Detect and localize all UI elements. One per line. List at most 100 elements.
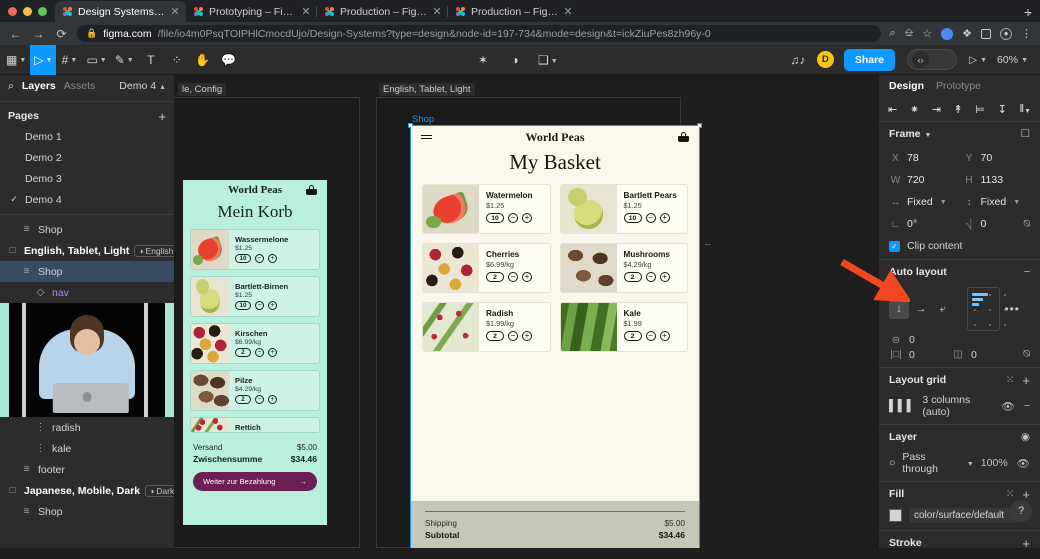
page-item-demo-2[interactable]: ✓Demo 2	[0, 147, 174, 168]
clip-content-row[interactable]: ✓ Clip content	[879, 238, 1040, 259]
decrement-button[interactable]: −	[255, 301, 264, 310]
install-icon[interactable]: ⎒	[905, 27, 914, 40]
add-fill-button[interactable]: +	[1022, 487, 1030, 502]
distribute-icon[interactable]: ‖▼	[1019, 103, 1030, 115]
close-tab-button[interactable]: ✕	[563, 6, 573, 17]
opacity-value[interactable]: 100%	[981, 457, 1008, 469]
tab-design[interactable]: Design	[889, 80, 924, 92]
expand-icon[interactable]: ☐	[1021, 128, 1030, 140]
auto-layout-more-button[interactable]: •••	[1004, 302, 1020, 316]
browser-tab[interactable]: Prototyping – Figma ✕	[186, 1, 317, 22]
layer-row[interactable]: ≡ footer	[0, 459, 174, 480]
fill-styles-button[interactable]: ⁙	[1006, 488, 1015, 500]
close-tab-button[interactable]: ✕	[432, 6, 442, 17]
align-bottom-icon[interactable]: ↧	[998, 103, 1007, 116]
remove-layout-grid-button[interactable]: −	[1024, 400, 1030, 412]
chevron-down-icon[interactable]: ⌄	[1025, 7, 1033, 18]
add-layout-grid-button[interactable]: +	[1022, 373, 1030, 388]
close-tab-button[interactable]: ✕	[170, 6, 180, 17]
menu-icon[interactable]: ⋮	[1021, 27, 1032, 40]
direction-horizontal-button[interactable]: →	[911, 299, 931, 319]
align-vertical-center-icon[interactable]: ⊨	[975, 103, 985, 116]
decrement-button[interactable]: −	[255, 254, 264, 263]
clip-content-checkbox[interactable]: ✓	[889, 240, 900, 252]
fill-color-swatch[interactable]	[889, 509, 902, 522]
layer-row[interactable]: □ Japanese, Mobile, Dark ◑Dark + 2	[0, 480, 174, 501]
product-card[interactable]: Wassermelone $1.25 10− +	[190, 229, 320, 270]
browser-tab[interactable]: Production – Figma ✕	[448, 1, 579, 22]
back-icon[interactable]: ←	[8, 27, 23, 41]
product-quantity[interactable]: 10	[486, 213, 504, 223]
extensions-icon[interactable]: ❖	[962, 27, 972, 40]
product-quantity[interactable]: 2	[235, 348, 251, 357]
eye-icon[interactable]: 👁	[1002, 400, 1015, 413]
main-menu[interactable]: ▦ ▼	[2, 45, 30, 75]
horizontal-padding-field[interactable]: |□| 0	[889, 349, 951, 361]
direction-vertical-button[interactable]: ↓	[889, 299, 909, 319]
y-field[interactable]: Y 70	[963, 148, 1031, 168]
close-tab-button[interactable]: ✕	[301, 6, 311, 17]
page-selector[interactable]: Demo 4 ▲	[119, 80, 166, 92]
basket-icon[interactable]	[306, 185, 317, 195]
vertical-padding-field[interactable]: ◫ 0	[951, 349, 1013, 361]
presenter-video-thumbnail[interactable]	[0, 303, 174, 417]
comment-tool[interactable]: 💬	[216, 45, 242, 75]
text-tool[interactable]: T	[138, 45, 164, 75]
layer-row[interactable]: ⋮ kale	[0, 438, 174, 459]
decrement-button[interactable]: −	[508, 213, 518, 223]
variables-icon[interactable]: ◑	[502, 45, 528, 75]
product-card[interactable]: Bartlett-Birnen $1.25 10− +	[190, 276, 320, 317]
basket-icon[interactable]	[678, 132, 689, 142]
move-tool[interactable]: ▷ ▼	[30, 44, 57, 75]
increment-button[interactable]: +	[268, 348, 277, 357]
layout-grid-styles-button[interactable]: ⁙	[1006, 374, 1015, 386]
increment-button[interactable]: +	[268, 254, 277, 263]
horizontal-resizing-field[interactable]: ↔ Fixed ▼	[889, 192, 957, 212]
plugins-icon[interactable]: ✶	[470, 45, 496, 75]
hand-tool[interactable]: ✋	[190, 45, 216, 75]
corner-radius-field[interactable]: ⎷ 0 ⍉	[963, 214, 1030, 234]
tab-layers[interactable]: Layers	[22, 80, 56, 92]
increment-button[interactable]: +	[522, 272, 532, 282]
layout-grid-item[interactable]: ▌▌▌ 3 columns (auto) 👁 −	[879, 392, 1040, 424]
product-card[interactable]: Radish $1.99/kg 2− +	[422, 302, 551, 352]
align-right-icon[interactable]: ⇥	[932, 103, 941, 116]
tablet-prototype-english[interactable]: World Peas My Basket Watermelon $1.25 10− +…	[411, 126, 699, 548]
eye-icon[interactable]: 👁	[1017, 457, 1030, 470]
gap-field[interactable]: ⊜ 0	[889, 334, 951, 346]
close-window-button[interactable]	[8, 6, 17, 16]
share-button[interactable]: Share	[843, 48, 896, 71]
help-button[interactable]: ?	[1010, 500, 1032, 522]
alignment-pad[interactable]	[967, 287, 1006, 331]
x-field[interactable]: X 78	[889, 148, 957, 168]
bookmark-icon[interactable]: ☆	[922, 27, 932, 40]
actions-icon[interactable]: ❑ ▼	[534, 45, 562, 75]
address-input[interactable]: 🔒 figma.com/file/io4m0PsqTOIPHlCmocdUjo/…	[77, 25, 882, 42]
chevron-down-icon[interactable]: ▼	[967, 461, 974, 468]
clip-content-toggle-icon[interactable]: ⍉	[1023, 348, 1030, 361]
blend-mode-value[interactable]: Pass through	[902, 451, 960, 475]
tab-prototype[interactable]: Prototype	[936, 80, 981, 92]
align-horizontal-center-icon[interactable]: ⁕	[910, 103, 919, 116]
product-card[interactable]: Kale $1.99 2− +	[559, 302, 688, 352]
increment-button[interactable]: +	[659, 272, 670, 282]
search-icon[interactable]: ⌕	[889, 27, 895, 40]
rotation-field[interactable]: ∟ 0°	[889, 214, 957, 234]
page-item-demo-4[interactable]: ✓ Demo 4	[0, 189, 174, 210]
decrement-button[interactable]: −	[255, 348, 264, 357]
product-quantity[interactable]: 2	[486, 272, 504, 282]
increment-button[interactable]: +	[268, 301, 277, 310]
align-top-icon[interactable]: ↟	[954, 103, 963, 116]
product-card[interactable]: Pilze $4.29/kg 2− +	[190, 370, 320, 411]
product-card[interactable]: Kirschen $6.99/kg 2− +	[190, 323, 320, 364]
add-stroke-button[interactable]: +	[1022, 536, 1030, 549]
product-quantity[interactable]: 10	[235, 254, 251, 263]
layer-row[interactable]: ≡ Shop	[0, 501, 174, 522]
browser-tab[interactable]: Production – Figma ✕	[317, 1, 448, 22]
columns-icon[interactable]: ▌▌▌	[889, 400, 915, 412]
search-icon[interactable]: ⌕	[8, 80, 14, 93]
product-quantity[interactable]: 10	[235, 301, 251, 310]
sidepanel-icon[interactable]	[981, 28, 991, 39]
minimize-window-button[interactable]	[23, 6, 32, 16]
hamburger-icon[interactable]	[421, 132, 432, 142]
